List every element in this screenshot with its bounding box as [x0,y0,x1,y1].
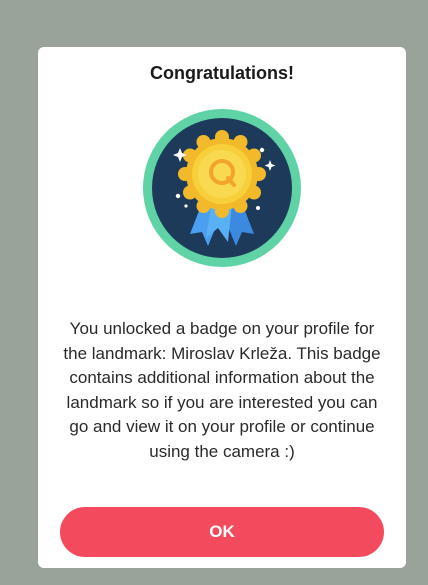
ok-button[interactable]: OK [60,507,384,557]
dialog-message: You unlocked a badge on your profile for… [63,319,381,461]
badge-graphic [143,109,301,267]
dialog-title: Congratulations! [150,63,294,83]
screen-backdrop: Congratulations! You unlocked a badge on… [0,0,428,585]
award-medal-icon [142,108,302,268]
badge-unlocked-dialog: Congratulations! You unlocked a badge on… [38,47,406,568]
